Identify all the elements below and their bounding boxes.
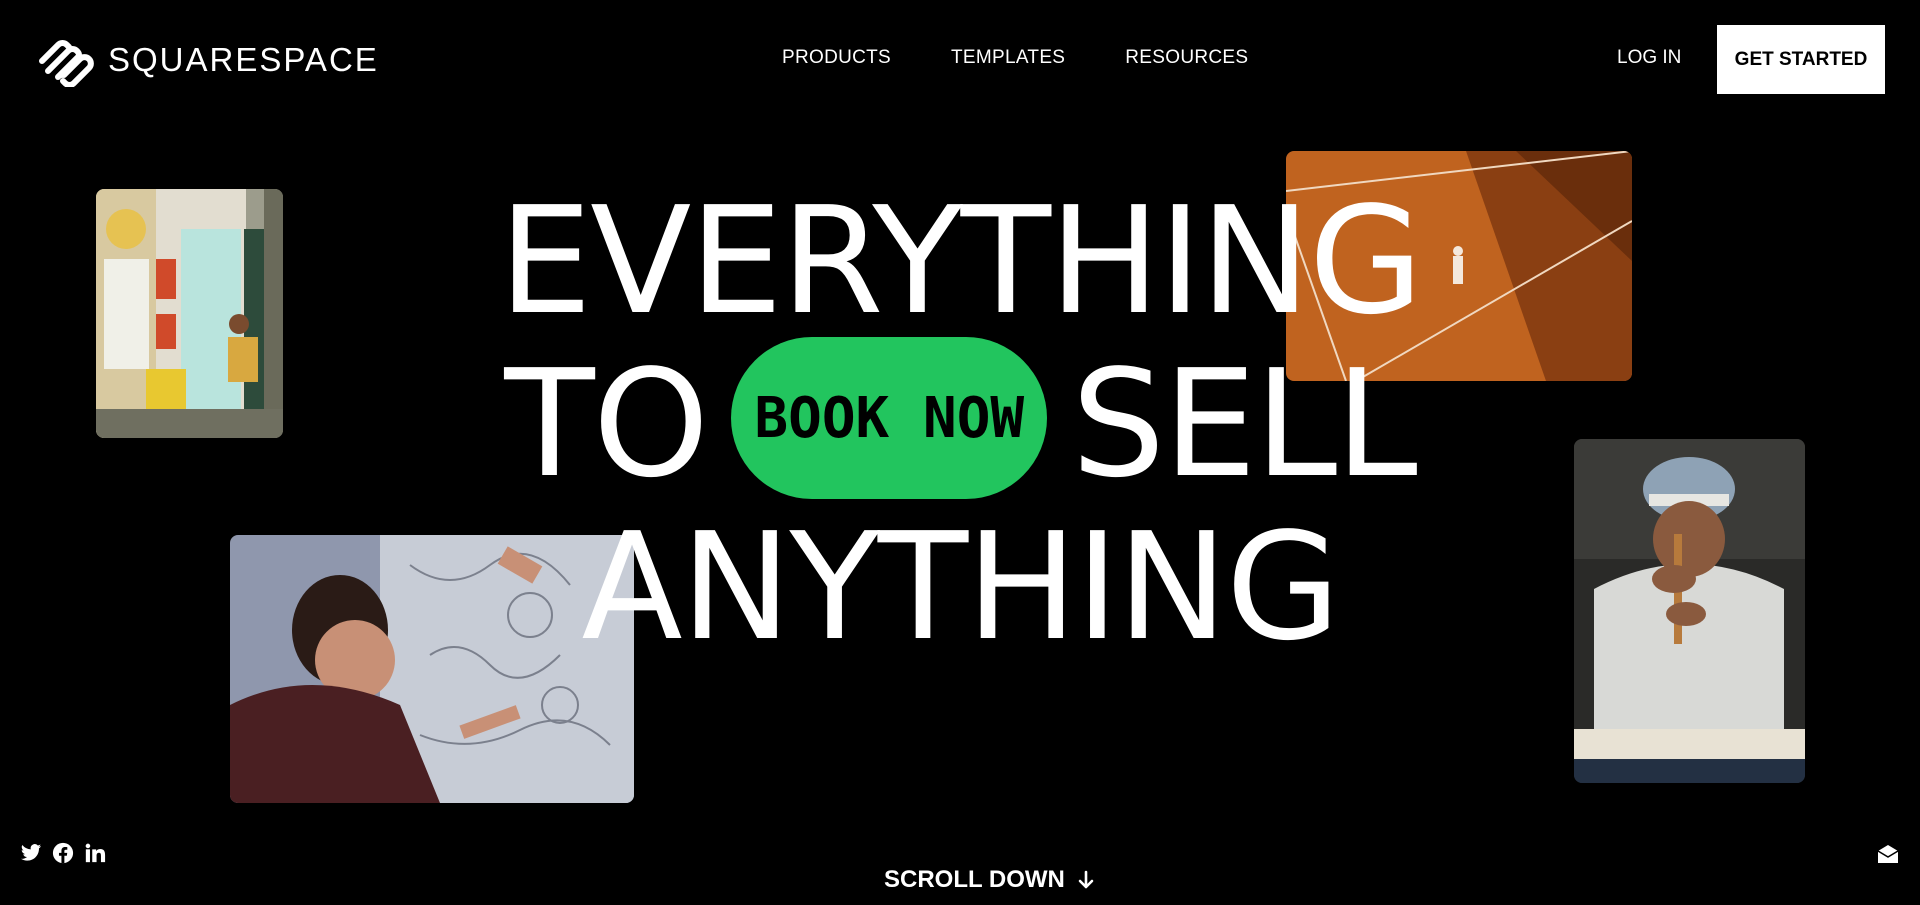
headline-word-sell: SELL — [1071, 338, 1417, 510]
nav-products[interactable]: PRODUCTS — [782, 47, 891, 69]
headline-line-2: TO BOOK NOW SELL — [400, 337, 1520, 506]
arrow-down-icon — [1078, 870, 1094, 889]
twitter-icon[interactable] — [20, 842, 42, 864]
headline-line-1: EVERYTHING — [498, 175, 1424, 347]
graffiti-artist-photo — [96, 189, 283, 438]
nav-resources[interactable]: RESOURCES — [1125, 47, 1248, 69]
book-now-button[interactable]: BOOK NOW — [731, 337, 1048, 500]
nav-templates[interactable]: TEMPLATES — [951, 47, 1065, 69]
headline-word-to: TO — [504, 338, 709, 510]
login-link[interactable]: LOG IN — [1617, 47, 1681, 69]
get-started-button[interactable]: GET STARTED — [1717, 25, 1885, 94]
hero-headline: EVERYTHING TO BOOK NOW SELL ANYTHING — [400, 180, 1520, 669]
top-navigation: SQUARESPACE PRODUCTS TEMPLATES RESOURCES… — [0, 0, 1920, 120]
newsletter-mail-icon[interactable] — [1876, 842, 1900, 866]
linkedin-icon[interactable] — [84, 842, 106, 864]
squarespace-logo-icon — [39, 40, 94, 87]
social-links — [20, 842, 106, 864]
headline-line-3: ANYTHING — [581, 501, 1340, 673]
facebook-icon[interactable] — [52, 842, 74, 864]
brand-logo[interactable]: SQUARESPACE — [34, 33, 379, 87]
brand-name: SQUARESPACE — [108, 41, 379, 78]
man-playing-flute-photo — [1574, 439, 1805, 783]
scroll-down-label: SCROLL DOWN — [884, 866, 1065, 893]
main-menu: PRODUCTS TEMPLATES RESOURCES — [782, 47, 1248, 69]
scroll-down-button[interactable]: SCROLL DOWN — [884, 866, 1095, 894]
